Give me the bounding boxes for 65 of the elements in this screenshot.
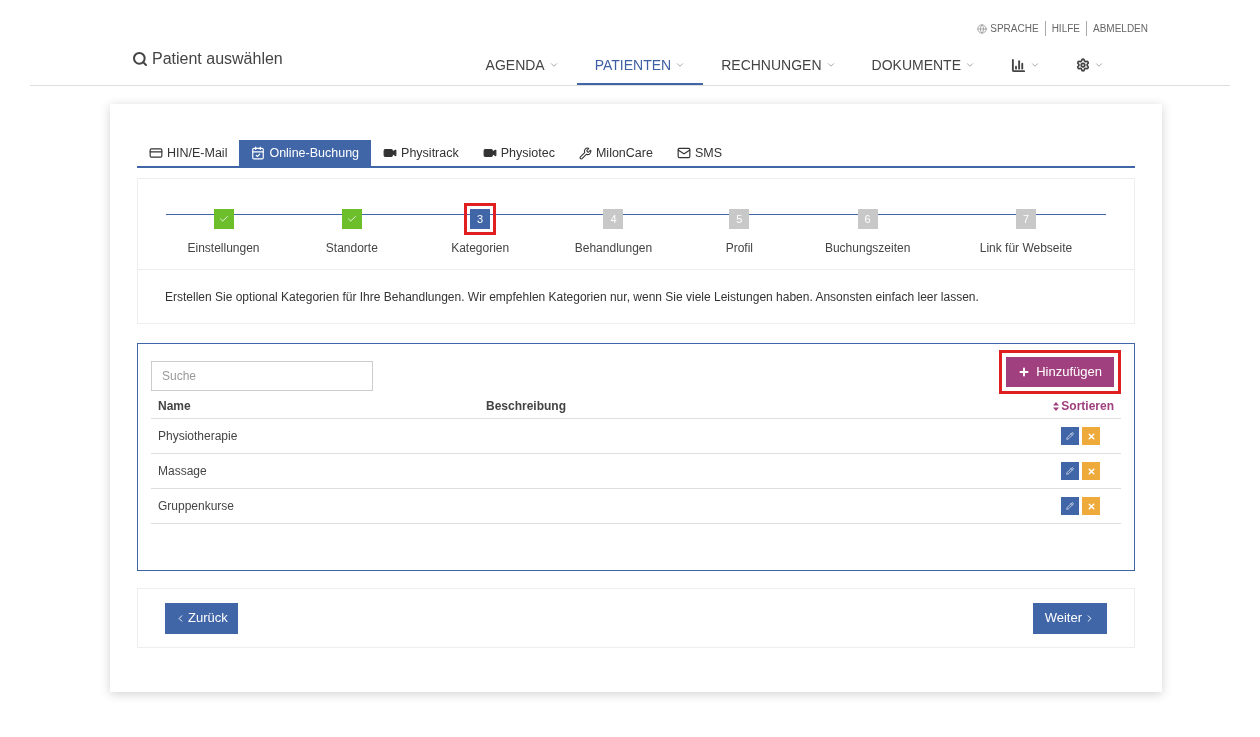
check-icon <box>346 214 357 224</box>
table-cell-text: Massage <box>158 463 207 480</box>
search-icon <box>132 51 148 67</box>
plus-icon <box>1018 366 1031 378</box>
step-label: Einstellungen <box>187 240 260 257</box>
close-icon <box>1086 431 1096 441</box>
delete-button[interactable] <box>1082 427 1100 445</box>
caret-icon <box>1030 60 1040 70</box>
search-field[interactable]: Suche <box>151 360 373 391</box>
next-button[interactable]: Weiter <box>1032 602 1107 634</box>
step-label: Behandlungen <box>574 240 653 257</box>
video-camera-icon <box>482 146 497 160</box>
caret-icon <box>548 60 559 70</box>
table-cell-text: Gruppenkurse <box>158 498 235 515</box>
add-button[interactable]: Hinzufügen <box>1006 357 1114 387</box>
bar-chart-icon <box>1011 57 1026 73</box>
close-icon <box>1086 466 1096 476</box>
tab[interactable]: Online-Buchung <box>239 140 372 166</box>
hint-text: Erstellen Sie optional Kategorien für Ihre Behandlungen. Wir empfehlen Kategorien nur, wenn Sie viele Leistungen haben. Ansonsten einfach leer lassen. <box>165 288 979 306</box>
caret-icon <box>675 60 686 70</box>
step-label: Kategorien <box>451 240 510 257</box>
step-label: Standorte <box>325 240 378 257</box>
step-label: Link für Webseite <box>979 240 1073 257</box>
delete-button[interactable] <box>1082 462 1100 480</box>
envelope-icon <box>676 146 691 160</box>
wrench-icon <box>578 146 592 160</box>
column-header: Name <box>158 398 192 415</box>
pencil-icon <box>1066 502 1074 510</box>
sort-icon <box>1053 401 1060 411</box>
step-label: Profil <box>725 240 753 257</box>
tab[interactable]: Physitrack <box>371 140 471 166</box>
close-icon <box>1086 501 1096 511</box>
tab[interactable]: HIN/E-Mail <box>137 140 240 166</box>
pencil-icon <box>1066 467 1074 475</box>
edit-button[interactable] <box>1061 497 1079 515</box>
column-header: Beschreibung <box>486 398 567 415</box>
caret-icon <box>1094 60 1104 70</box>
header-link[interactable]: ABMELDEN <box>1086 21 1148 36</box>
pencil-icon <box>1066 432 1074 440</box>
video-camera-icon <box>383 146 398 160</box>
tab[interactable]: SMS <box>664 140 734 166</box>
back-button[interactable]: Zurück <box>165 602 238 634</box>
edit-button[interactable] <box>1061 462 1079 480</box>
header-link[interactable]: SPRACHE <box>977 21 1039 36</box>
check-icon <box>218 214 229 224</box>
tab[interactable]: Physiotec <box>470 140 567 166</box>
card-icon <box>149 146 163 160</box>
nav-menu-item[interactable]: AGENDA <box>467 47 577 85</box>
caret-icon <box>825 60 836 70</box>
tab[interactable]: MilonCare <box>566 140 665 166</box>
sort-button[interactable]: Sortieren <box>1053 397 1114 415</box>
caret-icon <box>965 60 975 70</box>
patient-search-button[interactable]: Patient auswählen <box>132 47 283 71</box>
table-cell-text: Physiotherapie <box>158 428 238 445</box>
edit-button[interactable] <box>1061 427 1079 445</box>
nav-menu-item[interactable]: RECHNUNGEN <box>703 47 854 85</box>
step-label: Buchungszeiten <box>824 240 911 257</box>
delete-button[interactable] <box>1082 497 1100 515</box>
settings-icon <box>1076 58 1090 72</box>
nav-menu-item[interactable]: DOKUMENTE <box>853 47 993 85</box>
globe-icon <box>977 23 988 34</box>
calendar-icon <box>251 146 266 160</box>
step-marker: 3 <box>470 209 491 229</box>
header-link[interactable]: HILFE <box>1044 21 1080 36</box>
nav-menu-item[interactable]: PATIENTEN <box>576 47 704 85</box>
